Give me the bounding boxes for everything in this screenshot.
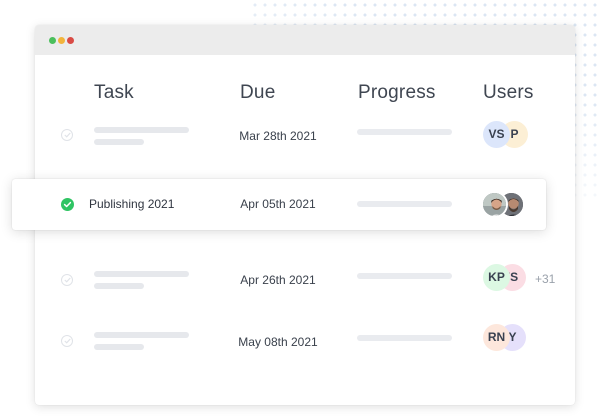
table-row-selected[interactable]: Publishing 2021 Apr 05th 2021 [12,179,546,230]
window-titlebar [35,25,575,55]
due-date: May 08th 2021 [238,335,318,349]
progress-bar [357,273,452,279]
task-subtitle-placeholder [94,344,144,350]
table-row[interactable]: Mar 28th 2021 P VS [0,121,600,151]
row-checkbox[interactable] [61,335,73,347]
due-date: Apr 05th 2021 [240,197,316,211]
user-avatar[interactable]: KP [483,264,510,291]
window-minimize-button[interactable] [58,37,65,44]
check-icon [64,338,71,344]
column-header-task[interactable]: Task [94,82,134,104]
task-subtitle-placeholder [94,139,144,145]
more-users-count[interactable]: +31 [535,272,555,286]
window-maximize-button[interactable] [49,37,56,44]
row-checkbox[interactable] [61,129,73,141]
table-row[interactable]: Apr 26th 2021 IS KP +31 [0,264,600,295]
row-checkbox[interactable] [61,274,73,286]
column-header-due[interactable]: Due [240,82,275,104]
table-row[interactable]: May 08th 2021 Y RN [0,324,600,356]
user-avatar[interactable]: VS [483,121,510,148]
task-complete-checkbox[interactable] [61,198,74,211]
progress-bar [357,335,452,341]
column-header-progress[interactable]: Progress [358,82,436,104]
user-avatar[interactable]: RN [483,324,510,351]
column-header-users[interactable]: Users [483,82,534,104]
check-icon [63,201,72,208]
due-date: Mar 28th 2021 [239,129,317,143]
check-icon [64,132,71,138]
task-title: Publishing 2021 [89,197,175,211]
task-title-placeholder [94,271,189,277]
due-date: Apr 26th 2021 [240,273,316,287]
task-subtitle-placeholder [94,283,144,289]
check-icon [64,277,71,283]
progress-bar [357,129,452,135]
user-photo-avatar[interactable] [481,191,508,218]
task-title-placeholder [94,332,189,338]
progress-bar [357,201,452,207]
task-title-placeholder [94,127,189,133]
window-close-button[interactable] [67,37,74,44]
